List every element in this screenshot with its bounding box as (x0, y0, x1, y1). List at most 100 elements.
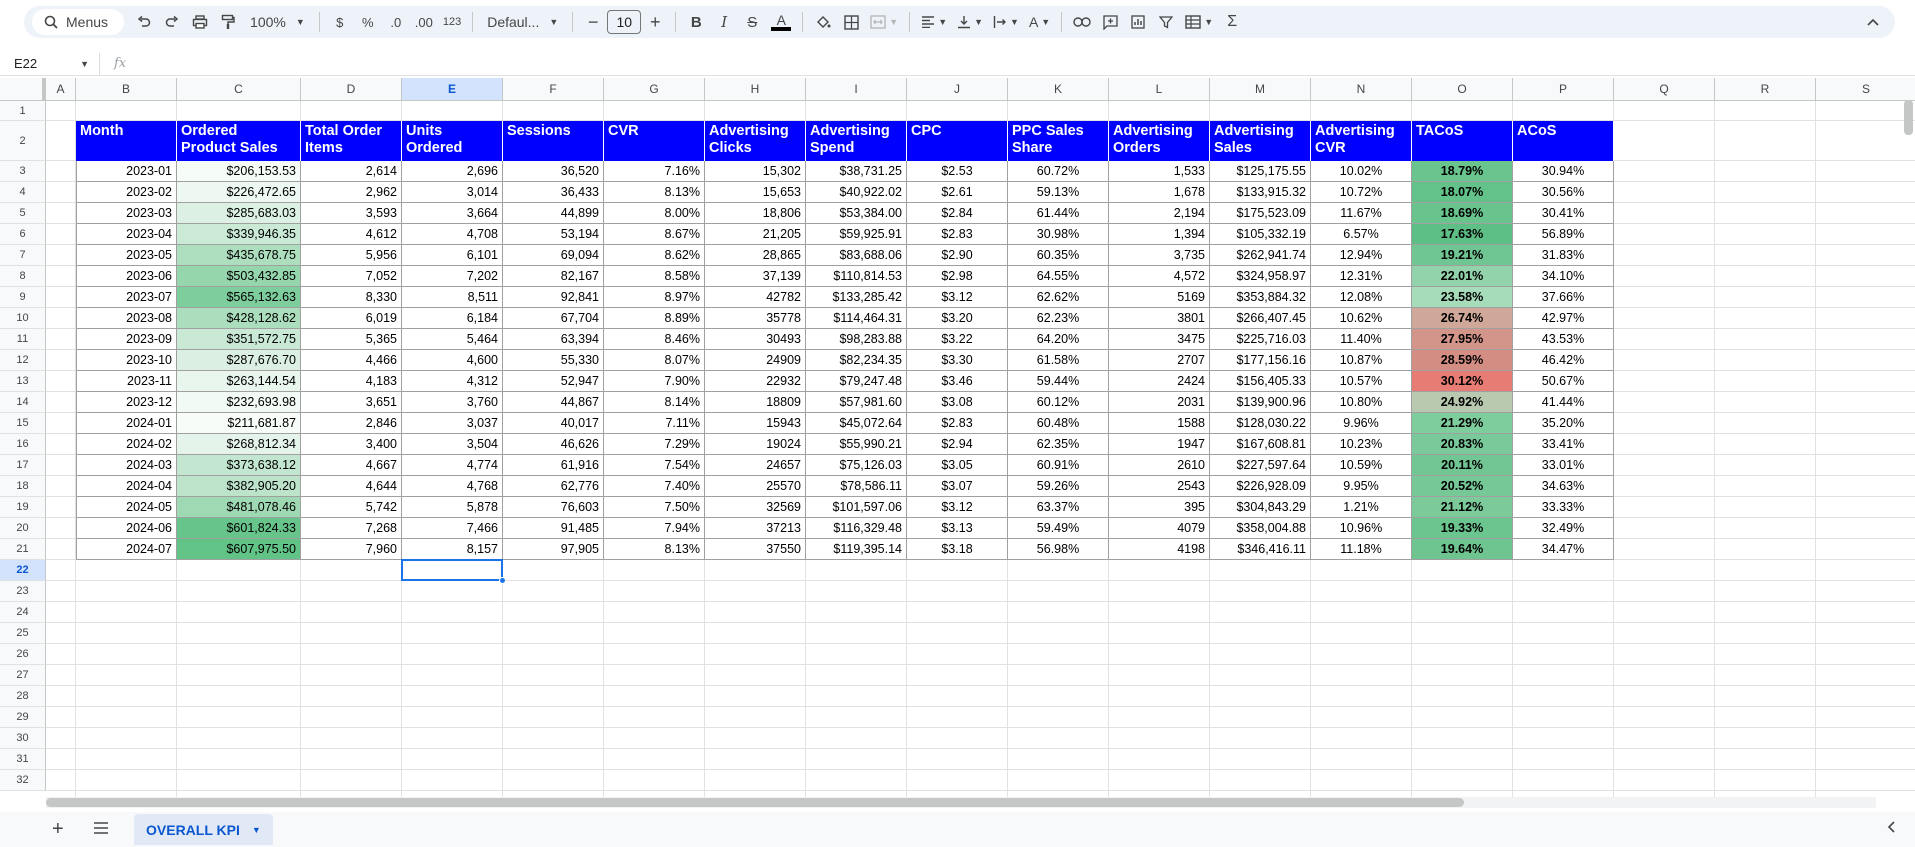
table-cell[interactable]: 62.62% (1008, 287, 1109, 308)
table-cell[interactable]: 11.18% (1311, 539, 1412, 560)
table-cell[interactable]: 20.52% (1412, 476, 1513, 497)
table-cell[interactable]: 60.91% (1008, 455, 1109, 476)
table-cell[interactable]: 2024-01 (76, 413, 177, 434)
bold-button[interactable]: B (682, 8, 710, 36)
column-header-i[interactable]: I (806, 78, 907, 100)
table-cell[interactable]: $225,716.03 (1210, 329, 1311, 350)
table-cell[interactable]: $481,078.46 (177, 497, 301, 518)
table-cell[interactable]: 2610 (1109, 455, 1210, 476)
header-cell[interactable]: Advertising Spend (806, 121, 907, 161)
table-cell[interactable]: 24909 (705, 350, 806, 371)
table-cell[interactable]: 2031 (1109, 392, 1210, 413)
header-cell[interactable]: Total Order Items (301, 121, 402, 161)
table-cell[interactable]: 3,037 (402, 413, 503, 434)
sheet-explorer-button[interactable] (1887, 821, 1895, 836)
table-cell[interactable]: $3.12 (907, 287, 1008, 308)
menus-search-button[interactable]: Menus (32, 9, 125, 35)
borders-button[interactable] (837, 8, 865, 36)
table-cell[interactable]: $3.07 (907, 476, 1008, 497)
table-cell[interactable]: $105,332.19 (1210, 224, 1311, 245)
table-cell[interactable]: $101,597.06 (806, 497, 907, 518)
table-cell[interactable]: 395 (1109, 497, 1210, 518)
table-cell[interactable]: $133,285.42 (806, 287, 907, 308)
table-cell[interactable]: 2024-07 (76, 539, 177, 560)
table-cell[interactable]: 2,194 (1109, 203, 1210, 224)
column-header-r[interactable]: R (1715, 78, 1816, 100)
table-cell[interactable]: 10.87% (1311, 350, 1412, 371)
table-cell[interactable]: 37550 (705, 539, 806, 560)
header-cell[interactable]: Sessions (503, 121, 604, 161)
table-cell[interactable]: 8.97% (604, 287, 705, 308)
table-cell[interactable]: 7.11% (604, 413, 705, 434)
table-cell[interactable]: $119,395.14 (806, 539, 907, 560)
table-cell[interactable]: 2023-03 (76, 203, 177, 224)
table-cell[interactable]: 56.89% (1513, 224, 1614, 245)
table-cell[interactable]: 19.64% (1412, 539, 1513, 560)
select-all-corner[interactable] (0, 78, 46, 100)
table-cell[interactable]: $57,981.60 (806, 392, 907, 413)
table-cell[interactable]: 2,846 (301, 413, 402, 434)
table-cell[interactable]: $2.61 (907, 182, 1008, 203)
table-cell[interactable]: 18,806 (705, 203, 806, 224)
spreadsheet-grid[interactable]: ABCDEFGHIJKLMNOPQRS 1 2 3 4 5 6 7 8 9 10 11 12 13 14 1… (0, 78, 1915, 798)
row-header-26[interactable]: 26 (0, 644, 46, 665)
table-cell[interactable]: $346,416.11 (1210, 539, 1311, 560)
table-cell[interactable]: 44,867 (503, 392, 604, 413)
column-header-p[interactable]: P (1513, 78, 1614, 100)
table-cell[interactable]: 2023-10 (76, 350, 177, 371)
table-cell[interactable]: $353,884.32 (1210, 287, 1311, 308)
table-cell[interactable]: 21.12% (1412, 497, 1513, 518)
redo-button[interactable] (158, 8, 186, 36)
table-cell[interactable]: 1,533 (1109, 161, 1210, 182)
column-header-f[interactable]: F (503, 78, 604, 100)
table-cell[interactable]: 62.23% (1008, 308, 1109, 329)
table-cell[interactable]: 2,962 (301, 182, 402, 203)
header-cell[interactable]: CPC (907, 121, 1008, 161)
table-cell[interactable]: $287,676.70 (177, 350, 301, 371)
column-header-j[interactable]: J (907, 78, 1008, 100)
table-cell[interactable]: 5,464 (402, 329, 503, 350)
table-cell[interactable]: $3.20 (907, 308, 1008, 329)
table-cell[interactable]: 34.10% (1513, 266, 1614, 287)
table-cell[interactable]: 8.00% (604, 203, 705, 224)
table-cell[interactable]: 56.98% (1008, 539, 1109, 560)
table-cell[interactable]: 36,520 (503, 161, 604, 182)
table-cell[interactable]: 7.50% (604, 497, 705, 518)
table-cell[interactable]: $3.30 (907, 350, 1008, 371)
table-cell[interactable]: 60.48% (1008, 413, 1109, 434)
row-header-6[interactable]: 6 (0, 224, 46, 245)
table-cell[interactable]: 61.58% (1008, 350, 1109, 371)
table-cell[interactable]: 8.13% (604, 182, 705, 203)
table-cell[interactable]: 28,865 (705, 245, 806, 266)
header-cell[interactable]: CVR (604, 121, 705, 161)
table-cell[interactable]: 30.98% (1008, 224, 1109, 245)
table-cell[interactable]: $82,234.35 (806, 350, 907, 371)
table-cell[interactable]: 4,708 (402, 224, 503, 245)
zoom-select[interactable]: 100% ▼ (242, 8, 313, 36)
row-header-22[interactable]: 22 (0, 560, 46, 581)
font-family-select[interactable]: Defaul... ▼ (479, 8, 566, 36)
table-cell[interactable]: 12.31% (1311, 266, 1412, 287)
table-cell[interactable]: $156,405.33 (1210, 371, 1311, 392)
vertical-scrollbar[interactable] (1904, 100, 1913, 135)
table-cell[interactable]: 12.08% (1311, 287, 1412, 308)
table-cell[interactable]: $116,329.48 (806, 518, 907, 539)
row-header-28[interactable]: 28 (0, 686, 46, 707)
insert-link-button[interactable] (1068, 8, 1096, 36)
table-cell[interactable]: 3,504 (402, 434, 503, 455)
table-cell[interactable]: 11.67% (1311, 203, 1412, 224)
table-cell[interactable]: 8.07% (604, 350, 705, 371)
row-header-23[interactable]: 23 (0, 581, 46, 602)
table-cell[interactable]: 2023-06 (76, 266, 177, 287)
table-cell[interactable]: $98,283.88 (806, 329, 907, 350)
filter-views-button[interactable]: ▼ (1180, 8, 1218, 36)
table-cell[interactable]: 5,742 (301, 497, 402, 518)
table-cell[interactable]: 3,664 (402, 203, 503, 224)
row-header-32[interactable]: 32 (0, 770, 46, 791)
table-cell[interactable]: $53,384.00 (806, 203, 907, 224)
table-cell[interactable]: 42782 (705, 287, 806, 308)
table-cell[interactable]: 4,612 (301, 224, 402, 245)
table-cell[interactable]: 6,019 (301, 308, 402, 329)
table-cell[interactable]: 61.44% (1008, 203, 1109, 224)
table-cell[interactable]: 2023-07 (76, 287, 177, 308)
